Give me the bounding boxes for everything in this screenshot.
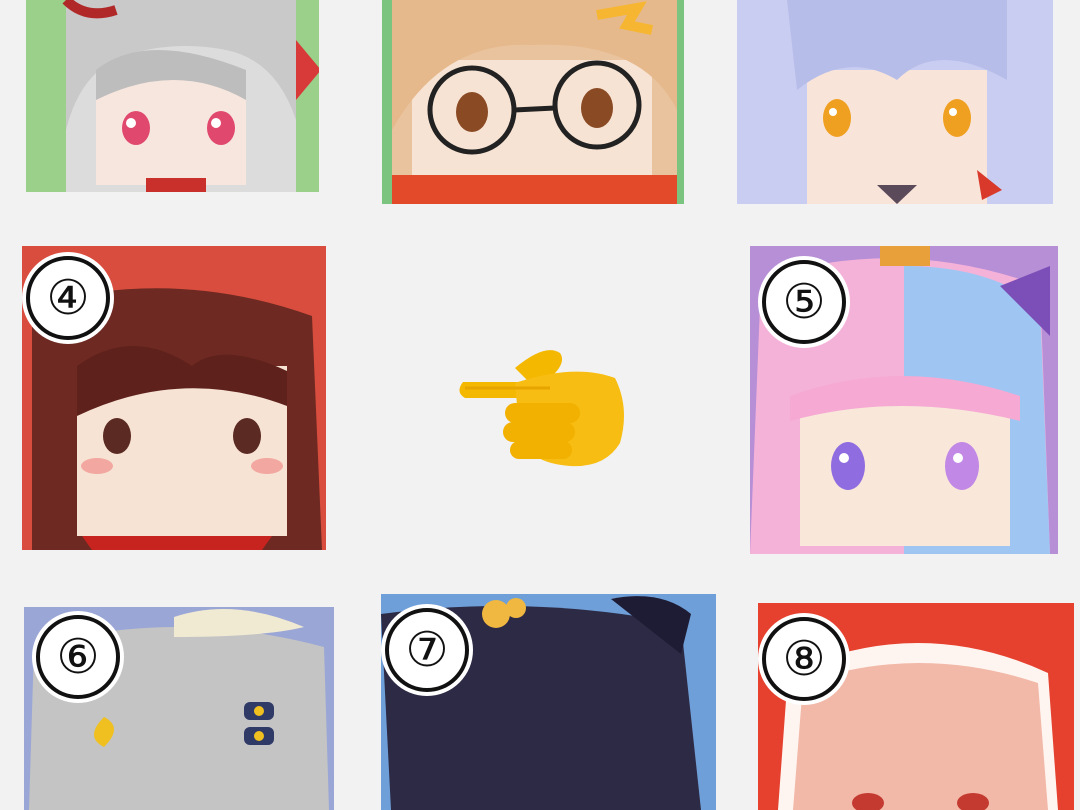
- backhand-index-pointing-right-icon: [455, 338, 630, 473]
- avatar-image-2: [382, 0, 684, 204]
- number-badge: ⑦: [381, 604, 473, 696]
- avatar-image-1: [26, 0, 319, 192]
- number-badge: ⑥: [32, 611, 124, 703]
- badge-number: ⑤: [762, 260, 846, 344]
- badge-number: ④: [26, 256, 110, 340]
- badge-number: ⑥: [36, 615, 120, 699]
- avatar-tile-6: ⑥: [24, 607, 334, 810]
- avatar-tile-8: ⑧: [758, 603, 1074, 810]
- avatar-tile-3: [737, 0, 1053, 204]
- number-badge: ④: [22, 252, 114, 344]
- avatar-tile-2: [382, 0, 684, 204]
- avatar-tile-5: ⑤: [750, 246, 1058, 554]
- number-badge: ⑤: [758, 256, 850, 348]
- badge-number: ⑧: [762, 617, 846, 701]
- badge-number: ⑦: [385, 608, 469, 692]
- avatar-image-3: [737, 0, 1053, 204]
- avatar-tile-7: ⑦: [381, 594, 716, 810]
- avatar-tile-1: [26, 0, 319, 192]
- avatar-tile-4: ④: [22, 246, 326, 550]
- number-badge: ⑧: [758, 613, 850, 705]
